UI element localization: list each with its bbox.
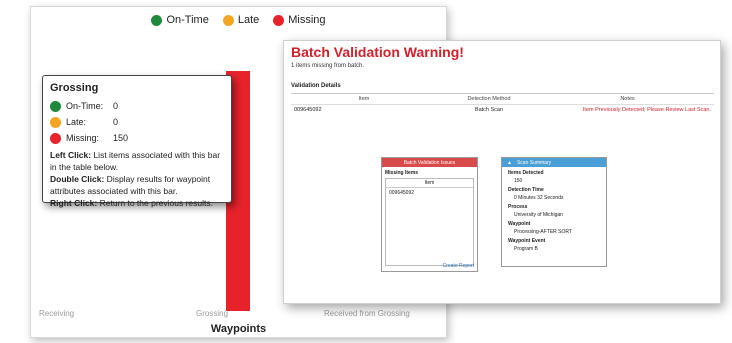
panel-header[interactable]: ▲ Scan Summary	[502, 158, 606, 167]
help-double-click: Double Click: Display results for waypoi…	[50, 174, 211, 196]
late-dot-icon	[50, 116, 61, 128]
legend-dot-late	[222, 14, 234, 26]
missing-dot-icon	[50, 132, 61, 144]
legend-label-on-time: On-Time	[166, 14, 209, 26]
field-value-waypoint-event: Program B	[514, 246, 538, 252]
column-header-item[interactable]: Item	[291, 96, 434, 102]
validation-details-title: Validation Details	[291, 83, 341, 89]
panel-header-title: Batch Validation Issues	[403, 159, 456, 166]
bar-tooltip: Grossing On-Time: 0 Late: 0 Missing: 150…	[42, 75, 232, 208]
warning-title: Batch Validation Warning!	[291, 44, 464, 60]
field-value-waypoint: Processing-AFTER SORT	[514, 229, 572, 235]
tooltip-title: Grossing	[50, 82, 99, 94]
field-label-waypoint: Waypoint	[508, 221, 531, 227]
scan-summary-panel: ▲ Scan Summary Items Detected 150 Detect…	[501, 157, 607, 267]
column-header-notes[interactable]: Notes	[544, 96, 714, 102]
field-label-waypoint-event: Waypoint Event	[508, 238, 546, 244]
legend-label-late: Late	[237, 14, 260, 26]
x-axis-title: Waypoints	[210, 323, 267, 335]
missing-items-list[interactable]: Item 009645092	[385, 178, 474, 266]
field-label-process: Process	[508, 204, 528, 210]
on-time-dot-icon	[50, 100, 61, 112]
missing-items-label: Missing Items	[385, 170, 419, 176]
field-label-items-detected: Items Detected	[508, 170, 544, 176]
legend-dot-missing	[273, 14, 285, 26]
tooltip-label: Late:	[66, 117, 87, 127]
field-value-detection-time: 0 Minutes 32 Seconds	[514, 195, 564, 201]
field-value-process: University of Michigan	[514, 212, 563, 218]
chart-legend: On-Time Late Missing	[31, 14, 446, 26]
legend-item-missing[interactable]: Missing	[273, 14, 326, 26]
tooltip-value: 150	[113, 133, 129, 143]
panel-header-title: Scan Summary	[516, 159, 552, 166]
cell-detection-method: Batch Scan	[474, 107, 504, 113]
batch-validation-issues-panel: Batch Validation Issues Missing Items It…	[381, 157, 478, 272]
table-row[interactable]: 009645092 Batch Scan Item Previously Det…	[291, 105, 714, 115]
tooltip-value: 0	[113, 101, 119, 111]
x-tick-receiving: Receiving	[39, 309, 75, 318]
tooltip-label: Missing:	[66, 133, 100, 143]
legend-item-on-time[interactable]: On-Time	[151, 14, 209, 26]
help-right-click: Right Click: Return to the previous resu…	[50, 198, 213, 208]
tooltip-row-missing: Missing: 150	[50, 130, 224, 146]
cell-notes: Item Previously Detected; Please Review …	[582, 107, 711, 113]
panel-header[interactable]: Batch Validation Issues	[382, 158, 477, 167]
batch-validation-window: Batch Validation Warning! 1 items missin…	[283, 40, 721, 304]
warning-subtitle: 1 items missing from batch.	[291, 63, 365, 69]
x-tick-received-from-grossing: Received from Grossing	[324, 309, 410, 318]
tooltip-help: Left Click: List items associated with t…	[50, 149, 224, 209]
create-report-link[interactable]: Create Report	[443, 263, 474, 269]
validation-details-table: Item Detection Method Notes 009645092 Ba…	[291, 93, 714, 115]
cell-item: 009645092	[294, 107, 322, 113]
field-label-detection-time: Detection Time	[508, 187, 544, 193]
missing-items-column-header: Item	[386, 179, 473, 188]
chevron-up-icon[interactable]: ▲	[507, 160, 512, 166]
legend-label-missing: Missing	[288, 14, 326, 26]
field-value-items-detected: 150	[514, 178, 523, 184]
list-item[interactable]: 009645092	[386, 190, 473, 196]
table-header: Item Detection Method Notes	[291, 94, 714, 105]
tooltip-row-on-time: On-Time: 0	[50, 98, 224, 114]
column-header-detection-method[interactable]: Detection Method	[434, 96, 544, 102]
tooltip-value: 0	[113, 117, 119, 127]
x-tick-grossing: Grossing	[196, 309, 229, 318]
help-left-click: Left Click: List items associated with t…	[50, 150, 221, 172]
legend-item-late[interactable]: Late	[222, 14, 260, 26]
tooltip-row-late: Late: 0	[50, 114, 224, 130]
tooltip-label: On-Time:	[66, 101, 104, 111]
legend-dot-on-time	[151, 14, 163, 26]
